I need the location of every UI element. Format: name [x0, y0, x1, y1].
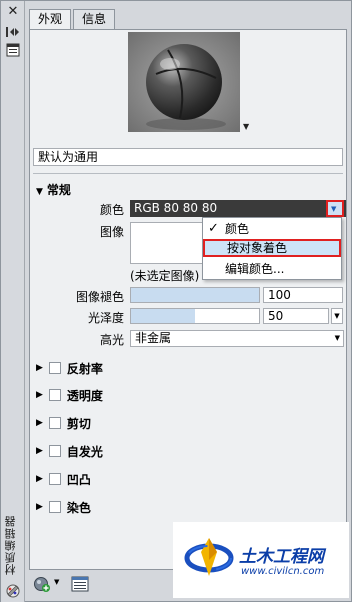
site-logo-icon — [184, 538, 234, 576]
reflectivity-checkbox[interactable] — [48, 362, 61, 374]
chevron-down-icon: ▼ — [334, 334, 340, 342]
group-self-illumination-label: 自发光 — [66, 444, 103, 459]
self-illumination-checkbox[interactable] — [48, 445, 61, 457]
settings-icon[interactable] — [5, 583, 21, 599]
material-sphere-image — [128, 32, 240, 132]
material-name-field[interactable]: 默认为通用 — [33, 148, 343, 166]
color-label: 颜色 — [99, 203, 124, 217]
palette-title: 材质编辑器 — [4, 515, 17, 575]
highlight-label: 高光 — [99, 333, 124, 347]
bottom-toolbar: ▼ — [29, 573, 169, 597]
menu-item-edit-color-label: 编辑颜色... — [225, 262, 285, 276]
glossiness-value[interactable]: 50 — [263, 308, 329, 324]
section-generic-label: 常规 — [46, 183, 71, 197]
create-material-icon[interactable] — [33, 575, 51, 593]
color-dropdown-button[interactable]: ▼ — [326, 200, 344, 217]
group-cutouts-label: 剪切 — [66, 416, 91, 431]
transparency-checkbox[interactable] — [48, 389, 61, 401]
menu-item-by-object-label: 按对象着色 — [227, 241, 288, 255]
section-generic-header[interactable]: ▼ 常规 — [36, 181, 71, 198]
group-bump[interactable]: ▶ 凹凸 — [36, 471, 91, 487]
preview-options-arrow[interactable]: ▼ — [243, 122, 249, 131]
image-caption: (未选定图像) — [130, 269, 200, 283]
material-browser-icon[interactable] — [71, 575, 89, 593]
cutouts-checkbox[interactable] — [48, 417, 61, 429]
highlight-select[interactable]: 非金属 ▼ — [130, 330, 344, 347]
group-self-illumination[interactable]: ▶ 自发光 — [36, 443, 103, 459]
tab-bar: 外观 信息 — [29, 9, 117, 30]
expanded-triangle-icon: ▼ — [36, 187, 43, 197]
tint-checkbox[interactable] — [48, 501, 61, 513]
collapsed-triangle-icon: ▶ — [36, 474, 43, 484]
menu-item-color-label: 颜色 — [225, 222, 250, 236]
collapsed-triangle-icon: ▶ — [36, 418, 43, 428]
glossiness-label: 光泽度 — [87, 311, 124, 325]
image-fade-value[interactable]: 100 — [263, 287, 343, 303]
appearance-panel: ▼ 默认为通用 ▼ 常规 颜色 RGB 80 80 80 ▼ 图像 (未选定图像)… — [29, 29, 347, 570]
menu-item-by-object[interactable]: 按对象着色 — [203, 239, 341, 257]
group-tint[interactable]: ▶ 染色 — [36, 499, 91, 515]
check-icon: ✓ — [208, 221, 219, 236]
collapsed-triangle-icon: ▶ — [36, 446, 43, 456]
image-fade-slider[interactable] — [130, 287, 260, 303]
close-icon[interactable]: ✕ — [6, 5, 20, 19]
material-editor-palette: ✕ 材质编辑器 外观 信息 ▼ 默认为通用 ▼ 常规 颜色 RGB 80 80 … — [0, 0, 352, 602]
tab-information[interactable]: 信息 — [73, 9, 116, 29]
watermark-title: 土木工程网 — [239, 547, 324, 567]
divider — [33, 173, 343, 174]
group-cutouts[interactable]: ▶ 剪切 — [36, 415, 91, 431]
watermark-url: www.civilcn.com — [241, 566, 325, 577]
material-preview-swatch[interactable] — [128, 32, 240, 132]
collapsed-triangle-icon: ▶ — [36, 390, 43, 400]
bump-checkbox[interactable] — [48, 473, 61, 485]
glossiness-slider[interactable] — [130, 308, 260, 324]
menu-item-color[interactable]: ✓ 颜色 — [203, 220, 341, 238]
image-fade-label: 图像褪色 — [75, 290, 124, 304]
color-options-menu: ✓ 颜色 按对象着色 编辑颜色... — [202, 217, 342, 280]
group-reflectivity-label: 反射率 — [66, 361, 103, 376]
glossiness-slider-fill — [131, 309, 195, 323]
collapsed-triangle-icon: ▶ — [36, 502, 43, 512]
group-tint-label: 染色 — [66, 500, 91, 515]
tab-appearance[interactable]: 外观 — [29, 9, 72, 30]
highlight-select-value: 非金属 — [135, 331, 172, 345]
properties-icon[interactable] — [6, 43, 20, 57]
group-transparency-label: 透明度 — [66, 388, 103, 403]
palette-title-strip: ✕ 材质编辑器 — [1, 1, 25, 602]
menu-item-edit-color[interactable]: 编辑颜色... — [203, 260, 341, 278]
color-value-field[interactable]: RGB 80 80 80 — [130, 200, 346, 217]
site-watermark: 土木工程网 www.civilcn.com — [173, 522, 349, 598]
collapsed-triangle-icon: ▶ — [36, 363, 43, 373]
chevron-down-icon[interactable]: ▼ — [54, 578, 59, 586]
chevron-down-icon: ▼ — [331, 205, 337, 213]
glossiness-dropdown-icon[interactable]: ▼ — [331, 308, 343, 324]
auto-hide-icon[interactable] — [6, 25, 20, 39]
group-bump-label: 凹凸 — [66, 472, 91, 487]
group-transparency[interactable]: ▶ 透明度 — [36, 387, 103, 403]
image-label: 图像 — [99, 225, 124, 239]
image-fade-slider-fill — [131, 288, 259, 302]
group-reflectivity[interactable]: ▶ 反射率 — [36, 360, 103, 376]
